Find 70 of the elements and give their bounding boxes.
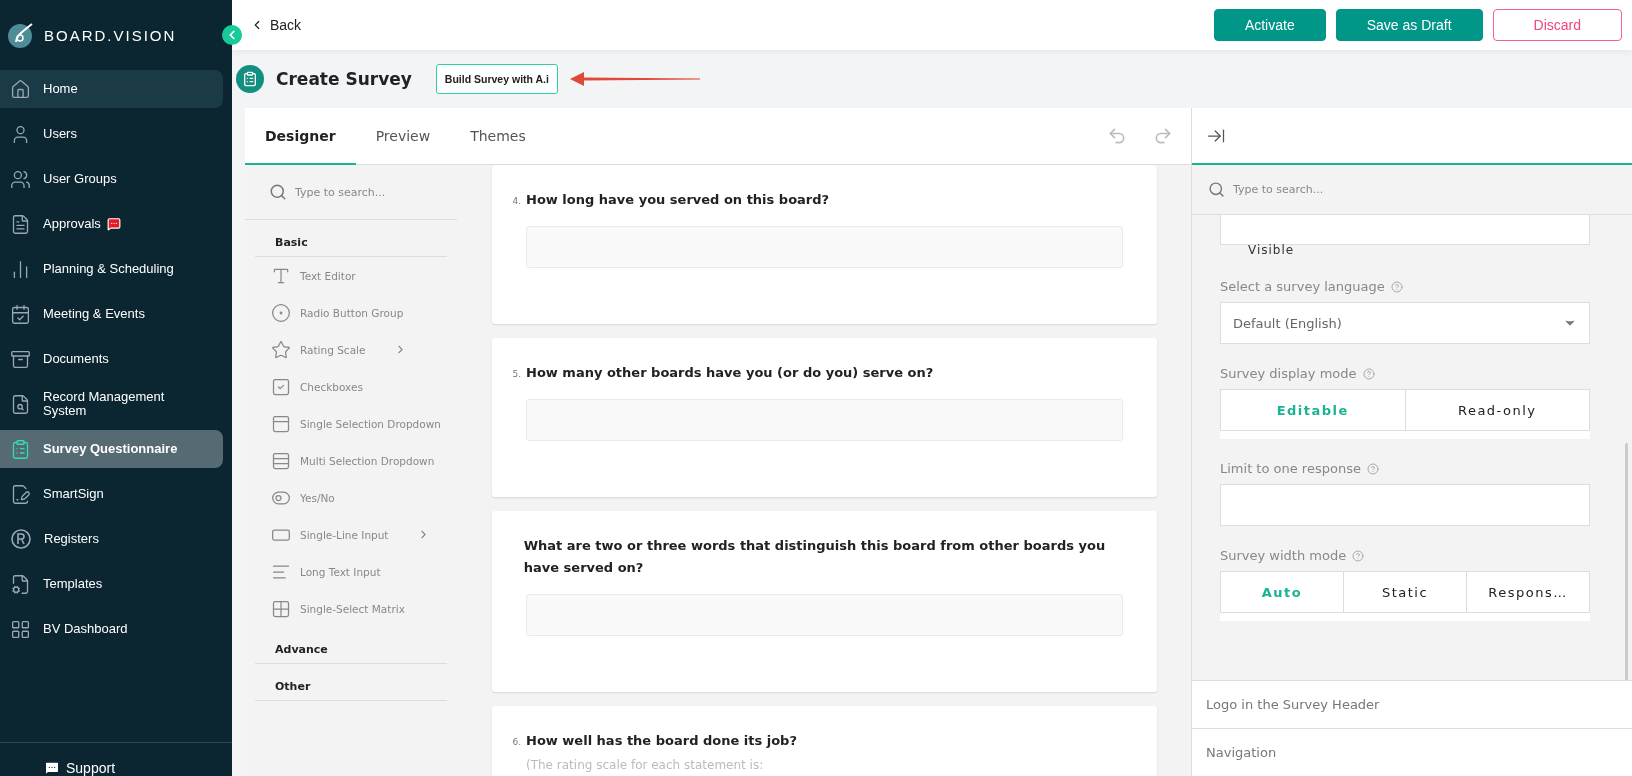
- nav-icon: [10, 573, 31, 595]
- field-label: Limit to one response: [1220, 461, 1361, 476]
- question-number: 4.: [511, 196, 521, 206]
- nav-item[interactable]: Approvals: [0, 205, 223, 243]
- support-link[interactable]: Support: [66, 760, 116, 776]
- toolbox-item-icon: [271, 339, 291, 360]
- tab[interactable]: Preview: [355, 108, 451, 165]
- nav-item[interactable]: Survey Questionnaire: [0, 430, 223, 468]
- undo-icon[interactable]: [1107, 126, 1127, 146]
- nav-item[interactable]: Templates: [0, 565, 223, 603]
- question-number: 5.: [511, 369, 521, 379]
- input-field[interactable]: [1220, 215, 1590, 245]
- nav-icon: [10, 618, 31, 640]
- nav-icon: [10, 438, 31, 460]
- toolbox-section-title[interactable]: Other: [255, 664, 447, 701]
- question-title: How well has the board done its job?: [526, 732, 797, 750]
- nav-item[interactable]: Documents: [0, 340, 223, 378]
- toolbox-item-icon: [271, 598, 291, 619]
- search-icon: [269, 183, 287, 201]
- registered-icon: [10, 528, 32, 550]
- scrollbar[interactable]: [1625, 443, 1628, 680]
- search-icon: [1208, 181, 1225, 198]
- discard-button[interactable]: Discard: [1492, 9, 1622, 41]
- nav-item[interactable]: SmartSign: [0, 475, 223, 513]
- action-button[interactable]: Activate: [1213, 9, 1326, 41]
- visible-label: Visible: [1248, 243, 1296, 257]
- toolbox-section-title[interactable]: Basic: [255, 220, 447, 257]
- nav-icon: [10, 483, 31, 505]
- nav-icon: [10, 78, 31, 100]
- help-icon: [1362, 367, 1375, 380]
- nav-icon: [10, 393, 31, 415]
- action-button[interactable]: Save as Draft: [1335, 9, 1483, 41]
- question-title: What are two or three words that distinguish this board from other boards you have served on?: [523, 537, 1107, 577]
- nav-icon: [10, 348, 31, 370]
- question-note: (The rating scale for each statement is:: [526, 758, 765, 772]
- nav-item[interactable]: Users: [0, 115, 223, 153]
- survey-icon: [236, 65, 264, 93]
- nav-item[interactable]: Record Management System: [0, 385, 223, 423]
- question-title: How long have you served on this board?: [526, 191, 830, 209]
- nav-item[interactable]: Planning & Scheduling: [0, 250, 223, 288]
- help-icon: [1366, 462, 1379, 475]
- field-label: Survey display mode: [1220, 366, 1357, 381]
- toolbox-section-title[interactable]: Advance: [255, 627, 447, 664]
- language-dropdown[interactable]: Default (English): [1220, 302, 1590, 344]
- toolbox-item-icon: [271, 376, 291, 397]
- field-label: Select a survey language: [1220, 279, 1385, 294]
- nav-item[interactable]: Meeting & Events: [0, 295, 223, 333]
- nav-item[interactable]: Registers: [0, 520, 223, 558]
- toolbox-item-icon: [271, 450, 291, 471]
- toolbox-item-icon: [271, 413, 291, 434]
- brand-name: BOARD.VISION: [44, 26, 177, 44]
- nav-icon: [10, 168, 31, 190]
- ai-build-button[interactable]: Build Survey with A.i: [435, 64, 558, 94]
- nav-item[interactable]: Home: [0, 70, 223, 108]
- nav-item[interactable]: User Groups: [0, 160, 223, 198]
- tab[interactable]: Themes: [450, 108, 546, 165]
- question-title: How many other boards have you (or do you) serve on?: [526, 364, 934, 382]
- page-title: Create Survey: [276, 69, 412, 89]
- back-link[interactable]: Back: [250, 17, 302, 33]
- nav-icon: [10, 303, 31, 325]
- nav-icon: [10, 213, 31, 235]
- help-icon: [1352, 549, 1365, 562]
- collapse-sidebar-button[interactable]: [222, 25, 242, 45]
- help-icon: [1390, 280, 1403, 293]
- question-number: 6.: [511, 737, 521, 747]
- redo-icon[interactable]: [1153, 126, 1173, 146]
- toolbox-item-icon: [271, 302, 291, 323]
- field-label: Survey width mode: [1220, 548, 1347, 563]
- nav-item[interactable]: BV Dashboard: [0, 610, 223, 648]
- input-field[interactable]: [1220, 484, 1590, 526]
